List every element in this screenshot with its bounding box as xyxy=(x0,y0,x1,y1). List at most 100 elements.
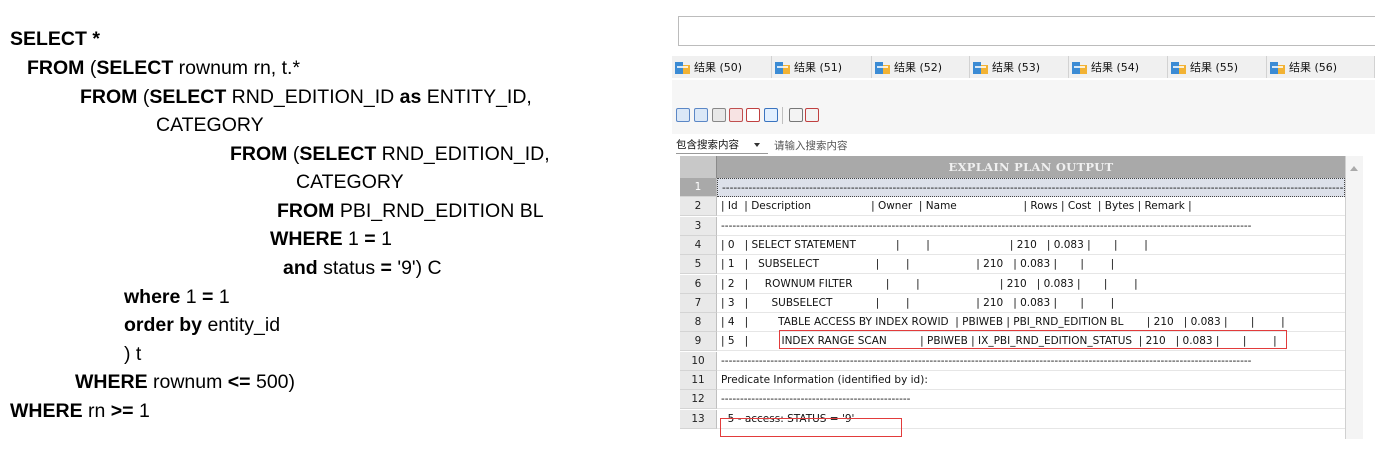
sql-keyword: WHERE xyxy=(75,371,148,393)
sql-keyword: = xyxy=(380,257,392,279)
sql-line: and status = '9') C xyxy=(283,257,442,280)
sql-line: WHERE rownum <= 500) xyxy=(75,371,295,394)
sql-line: CATEGORY xyxy=(296,171,404,194)
highlight-index-range-scan xyxy=(779,330,1287,349)
result-table-icon xyxy=(775,61,790,74)
result-table-icon xyxy=(1072,61,1087,74)
sql-editor-box[interactable] xyxy=(678,16,1375,46)
tab-result-56[interactable]: 结果 (56) xyxy=(1267,56,1375,78)
grid-header: EXPLAIN PLAN OUTPUT xyxy=(680,156,1363,178)
tab-result-50[interactable]: 结果 (50) xyxy=(672,56,772,78)
table-row[interactable]: 7 | 3 | SUBSELECT | | | 210 | 0.083 | | | xyxy=(680,293,1363,313)
row-number[interactable]: 8 xyxy=(680,313,717,333)
edit-icon[interactable] xyxy=(729,108,743,122)
explain-plan-grid: EXPLAIN PLAN OUTPUT 1 -------------------… xyxy=(680,156,1363,439)
row-number[interactable]: 7 xyxy=(680,293,717,313)
row-number[interactable]: 12 xyxy=(680,390,717,410)
highlight-access-predicate xyxy=(720,418,902,437)
tab-label: 结果 (55) xyxy=(1190,61,1239,74)
sql-line: FROM (SELECT RND_EDITION_ID as ENTITY_ID… xyxy=(80,86,532,109)
table-row[interactable]: 6 | 2 | ROWNUM FILTER | | | 210 | 0.083 |… xyxy=(680,274,1363,294)
sql-keyword: FROM xyxy=(230,143,288,165)
plan-output-cell[interactable]: ----------------------------------------… xyxy=(717,178,1345,197)
sql-keyword: SELECT * xyxy=(10,28,100,50)
table-row[interactable]: 3 ---------------------------------------… xyxy=(680,216,1363,236)
tab-label: 结果 (56) xyxy=(1289,61,1338,74)
row-number[interactable]: 3 xyxy=(680,216,717,236)
tab-result-55[interactable]: 结果 (55) xyxy=(1168,56,1267,78)
table-row[interactable]: 11 Predicate Information (identified by i… xyxy=(680,371,1363,390)
grid-corner[interactable] xyxy=(680,156,717,178)
plan-output-cell[interactable]: ----------------------------------------… xyxy=(717,390,1363,410)
result-table-icon xyxy=(1171,61,1186,74)
sql-text: PBI_RND_EDITION BL xyxy=(334,200,544,222)
sql-text: 1 xyxy=(180,286,203,308)
result-table-icon xyxy=(675,61,690,74)
result-tabs: 结果 (50) 结果 (51) 结果 (52) 结果 (53) 结果 (54) 结果 (5… xyxy=(672,56,1375,78)
row-number[interactable]: 13 xyxy=(680,409,717,429)
row-number[interactable]: 10 xyxy=(680,351,717,371)
row-number[interactable]: 11 xyxy=(680,371,717,390)
grid-view-icon[interactable] xyxy=(676,108,690,122)
sql-line: order by entity_id xyxy=(124,314,280,337)
sql-text: ) t xyxy=(124,343,142,365)
sql-line: WHERE 1 = 1 xyxy=(270,228,392,251)
row-number[interactable]: 5 xyxy=(680,255,717,275)
search-icon[interactable] xyxy=(764,108,778,122)
plan-output-cell[interactable]: | Id | Description | Owner | Name | Rows… xyxy=(717,197,1363,217)
tab-result-51[interactable]: 结果 (51) xyxy=(772,56,872,78)
row-number[interactable]: 4 xyxy=(680,235,717,255)
table-row[interactable]: 2 | Id | Description | Owner | Name | Row… xyxy=(680,197,1363,217)
toolbar-separator xyxy=(782,107,783,124)
sql-line: FROM (SELECT rownum rn, t.* xyxy=(27,57,300,80)
table-row[interactable]: 12 --------------------------------------… xyxy=(680,390,1363,410)
table-row[interactable]: 10 --------------------------------------… xyxy=(680,351,1363,371)
sql-line: CATEGORY xyxy=(156,114,264,137)
filter-mode-select[interactable]: 包含搜索内容 xyxy=(676,137,768,154)
sql-keyword: = xyxy=(202,286,214,308)
plan-output-cell[interactable]: | 3 | SUBSELECT | | | 210 | 0.083 | | | xyxy=(717,293,1363,313)
row-number[interactable]: 1 xyxy=(680,178,717,197)
sql-keyword: = xyxy=(364,228,376,250)
search-input[interactable]: 请输入搜索内容 xyxy=(774,138,848,153)
row-number[interactable]: 2 xyxy=(680,197,717,217)
table-row[interactable]: 5 | 1 | SUBSELECT | | | 210 | 0.083 | | | xyxy=(680,255,1363,275)
plan-output-cell[interactable]: | 1 | SUBSELECT | | | 210 | 0.083 | | | xyxy=(717,255,1363,275)
sql-keyword: SELECT xyxy=(149,86,227,108)
tab-label: 结果 (51) xyxy=(794,61,843,74)
plan-output-cell[interactable]: ----------------------------------------… xyxy=(717,351,1363,371)
form-view-icon[interactable] xyxy=(694,108,708,122)
result-table-icon xyxy=(875,61,890,74)
plan-output-cell[interactable]: | 0 | SELECT STATEMENT | | | 210 | 0.083… xyxy=(717,235,1363,255)
table-row[interactable]: 4 | 0 | SELECT STATEMENT | | | 210 | 0.08… xyxy=(680,235,1363,255)
sql-query-text: SELECT * FROM (SELECT rownum rn, t.* FROM … xyxy=(0,0,660,455)
sql-text: 1 xyxy=(375,228,392,250)
sql-line: ) t xyxy=(124,343,141,366)
sql-text: 500) xyxy=(250,371,296,393)
tab-result-53[interactable]: 结果 (53) xyxy=(970,56,1069,78)
sql-text: ENTITY_ID, xyxy=(421,86,532,108)
sql-icon[interactable] xyxy=(746,108,760,122)
next-icon[interactable] xyxy=(805,108,819,122)
sql-text: '9') C xyxy=(391,257,442,279)
plan-output-cell[interactable]: ----------------------------------------… xyxy=(717,216,1363,236)
sql-text: status xyxy=(317,257,381,279)
prev-icon[interactable] xyxy=(789,108,803,122)
chevron-down-icon xyxy=(754,142,760,147)
vertical-scrollbar[interactable] xyxy=(1345,156,1363,439)
sql-text: 1 xyxy=(133,400,150,422)
plan-output-cell[interactable]: Predicate Information (identified by id)… xyxy=(717,371,1363,390)
table-row[interactable]: 1 ---------------------------------------… xyxy=(680,178,1363,197)
column-header-explain-plan-output[interactable]: EXPLAIN PLAN OUTPUT xyxy=(717,156,1345,178)
sql-line: where 1 = 1 xyxy=(124,286,230,309)
row-number[interactable]: 9 xyxy=(680,332,717,352)
tab-result-54[interactable]: 结果 (54) xyxy=(1069,56,1168,78)
scroll-up-icon[interactable] xyxy=(1350,166,1358,171)
export-icon[interactable] xyxy=(712,108,726,122)
sql-keyword: >= xyxy=(110,400,134,422)
sql-keyword: <= xyxy=(227,371,251,393)
row-number[interactable]: 6 xyxy=(680,274,717,294)
query-tool-window: 结果 (50) 结果 (51) 结果 (52) 结果 (53) 结果 (54) 结果 (5… xyxy=(672,0,1375,455)
plan-output-cell[interactable]: | 2 | ROWNUM FILTER | | | 210 | 0.083 | … xyxy=(717,274,1363,294)
tab-result-52[interactable]: 结果 (52) xyxy=(872,56,970,78)
